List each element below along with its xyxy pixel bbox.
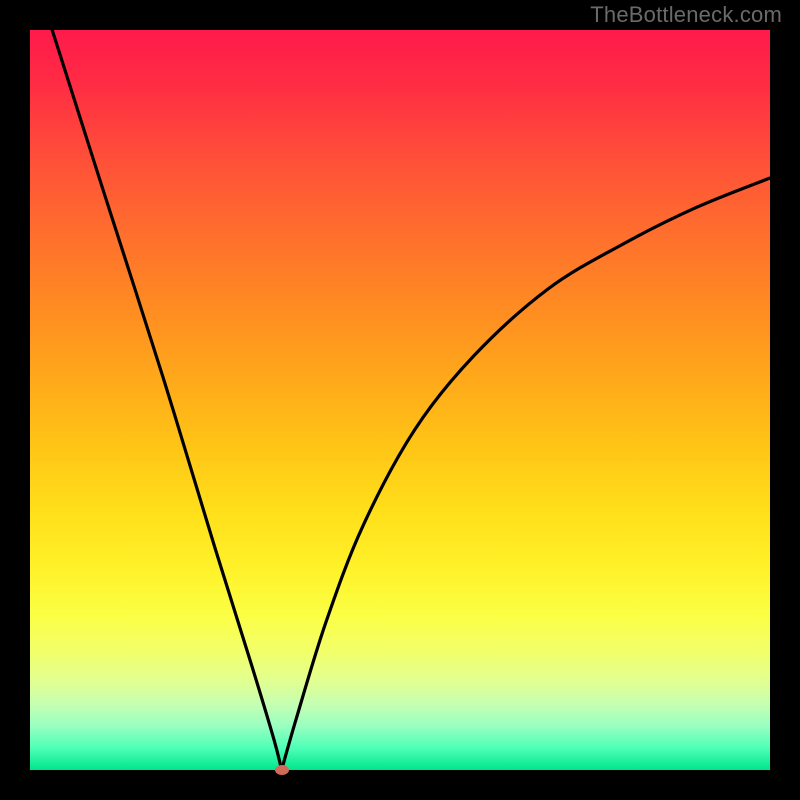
left-branch-line xyxy=(52,30,281,770)
watermark-text: TheBottleneck.com xyxy=(590,2,782,28)
chart-container: TheBottleneck.com xyxy=(0,0,800,800)
plot-area xyxy=(30,30,770,770)
right-branch-line xyxy=(282,178,770,770)
minimum-marker xyxy=(275,765,289,775)
curve-layer xyxy=(30,30,770,770)
